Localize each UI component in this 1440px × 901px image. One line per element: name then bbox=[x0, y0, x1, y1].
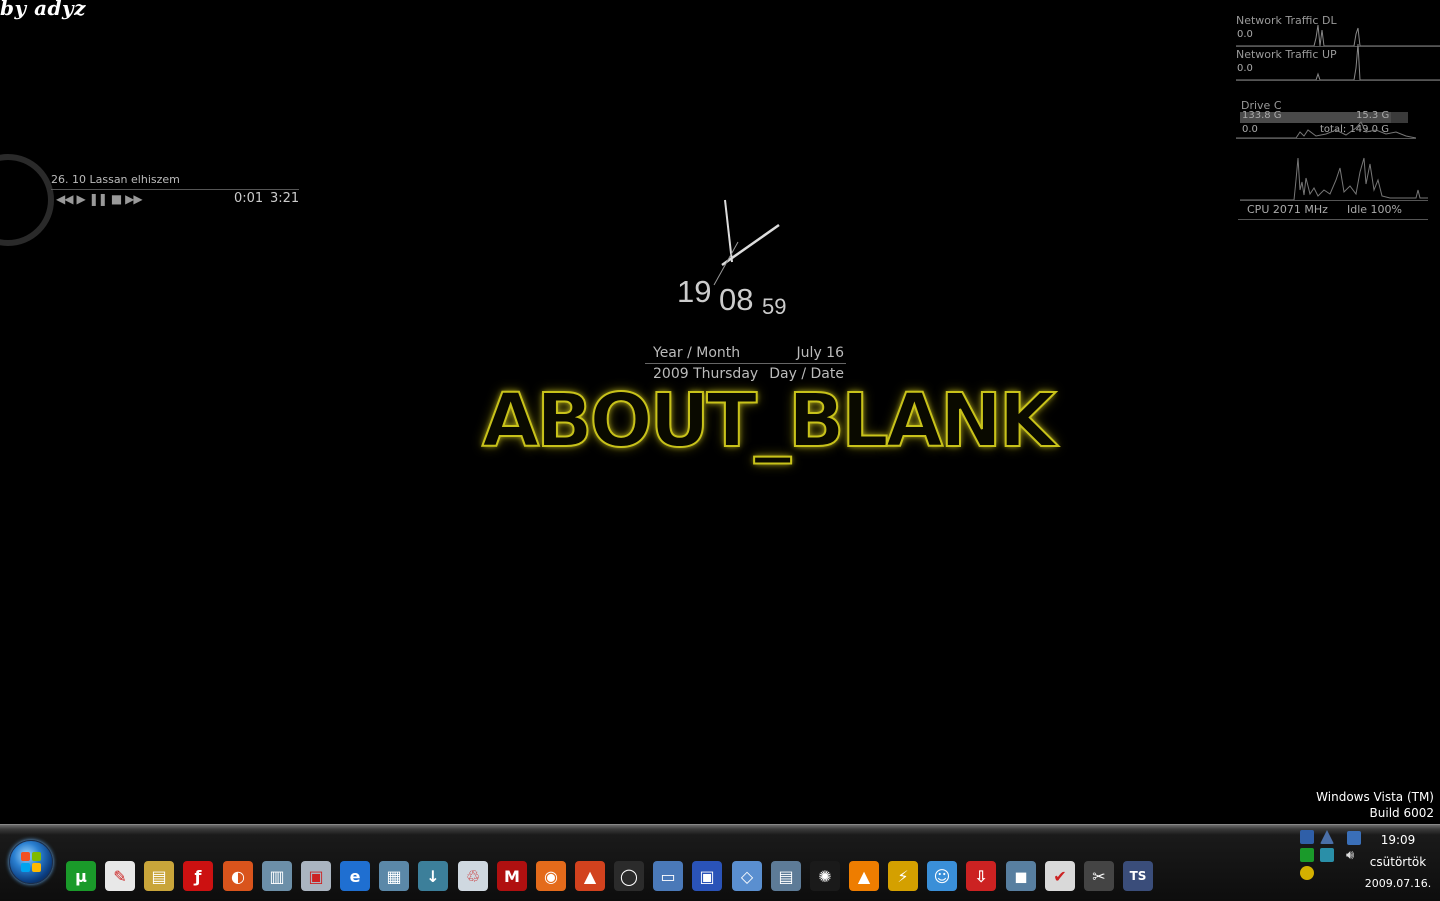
clock-hours: 19 bbox=[677, 274, 712, 309]
next-icon[interactable]: ▶▶ bbox=[125, 192, 142, 206]
media-library-icon[interactable]: ▦ bbox=[379, 861, 409, 891]
scanner-icon[interactable]: ▣ bbox=[301, 861, 331, 891]
mafia-game-icon[interactable]: M bbox=[497, 861, 527, 891]
clock-seconds: 59 bbox=[762, 294, 787, 319]
pause-icon[interactable]: ❚❚ bbox=[89, 192, 108, 206]
net-up-graph bbox=[1236, 43, 1440, 81]
browser-ball-icon[interactable]: ◐ bbox=[223, 861, 253, 891]
month-day-value: July 16 bbox=[796, 345, 844, 361]
player-volume-ring[interactable] bbox=[0, 154, 54, 246]
network-icon[interactable]: ◇ bbox=[732, 861, 762, 891]
utorrent-tray-icon[interactable] bbox=[1300, 848, 1314, 862]
internet-explorer-icon[interactable]: e bbox=[340, 861, 370, 891]
disk-tool-icon[interactable]: ◼ bbox=[1006, 861, 1036, 891]
security-tray-icon[interactable] bbox=[1320, 830, 1334, 844]
cpu-idle: Idle 100% bbox=[1347, 203, 1402, 216]
player-controls: ◀◀ ▶ ❚❚ ■ ▶▶ bbox=[56, 192, 143, 206]
red-swirl-icon[interactable]: ✺ bbox=[810, 861, 840, 891]
author-signature: by adyz bbox=[0, 0, 86, 20]
feather-icon[interactable]: ✎ bbox=[105, 861, 135, 891]
os-watermark: Windows Vista (TM) Build 6002 bbox=[1316, 789, 1434, 821]
red-ring-icon[interactable]: ◯ bbox=[614, 861, 644, 891]
cpu-frequency: CPU 2071 MHz bbox=[1247, 203, 1328, 216]
sync-tray-icon[interactable] bbox=[1320, 848, 1334, 862]
stop-icon[interactable]: ■ bbox=[111, 192, 122, 206]
analog-clock bbox=[713, 199, 780, 286]
disc-tray-icon[interactable] bbox=[1300, 866, 1314, 880]
tray-date[interactable]: 2009.07.16. bbox=[1362, 877, 1434, 890]
computer-icon[interactable]: ▭ bbox=[653, 861, 683, 891]
scissors-icon[interactable]: ✂ bbox=[1084, 861, 1114, 891]
flash-icon[interactable]: ƒ bbox=[183, 861, 213, 891]
tray-weekday[interactable]: csütörtök bbox=[1364, 855, 1432, 869]
download-manager-icon[interactable]: ⇩ bbox=[966, 861, 996, 891]
player-track-title: 26. 10 Lassan elhiszem bbox=[51, 173, 180, 186]
cpu-graph bbox=[1240, 157, 1428, 201]
network-tray-icon[interactable] bbox=[1300, 830, 1314, 844]
volume-icon[interactable]: 🔊︎ bbox=[1346, 848, 1354, 863]
player-progress-line[interactable] bbox=[51, 189, 299, 190]
player-elapsed-time: 0:01 bbox=[234, 191, 264, 206]
player-duration: 3:21 bbox=[270, 191, 300, 206]
tray-clock-time[interactable]: 19:09 bbox=[1374, 833, 1422, 847]
documents-icon[interactable]: ▥ bbox=[262, 861, 292, 891]
checkmark-icon[interactable]: ✔ bbox=[1045, 861, 1075, 891]
play-icon[interactable]: ▶ bbox=[76, 192, 85, 206]
prev-icon[interactable]: ◀◀ bbox=[56, 192, 73, 206]
messenger-icon[interactable]: ☺ bbox=[927, 861, 957, 891]
os-name: Windows Vista (TM) bbox=[1316, 790, 1434, 804]
year-month-label: Year / Month bbox=[653, 345, 741, 361]
folder-icon[interactable]: ▤ bbox=[771, 861, 801, 891]
os-build: Build 6002 bbox=[1369, 806, 1434, 820]
burning-app-icon[interactable]: ▲ bbox=[575, 861, 605, 891]
recycle-bin-icon[interactable]: ♲ bbox=[458, 861, 488, 891]
windows-logo-icon bbox=[21, 852, 41, 872]
monitor-tray-icon[interactable] bbox=[1347, 831, 1361, 845]
floppy-save-icon[interactable]: ▣ bbox=[692, 861, 722, 891]
start-button[interactable] bbox=[9, 840, 53, 884]
winrar-icon[interactable]: ▤ bbox=[144, 861, 174, 891]
clock-minutes: 08 bbox=[719, 282, 754, 317]
about-blank-logo: ABOUT_BLANK bbox=[481, 377, 1057, 465]
system-tray bbox=[1300, 830, 1336, 880]
teamspeak-icon[interactable]: TS bbox=[1123, 861, 1153, 891]
winamp-icon[interactable]: ⚡ bbox=[888, 861, 918, 891]
utorrent-icon[interactable]: µ bbox=[66, 861, 96, 891]
vlc-icon[interactable]: ▲ bbox=[849, 861, 879, 891]
cpu-baseline bbox=[1238, 219, 1428, 220]
drive-activity-graph bbox=[1236, 121, 1416, 139]
firefox-icon[interactable]: ◉ bbox=[536, 861, 566, 891]
downloads-icon[interactable]: ↓ bbox=[418, 861, 448, 891]
